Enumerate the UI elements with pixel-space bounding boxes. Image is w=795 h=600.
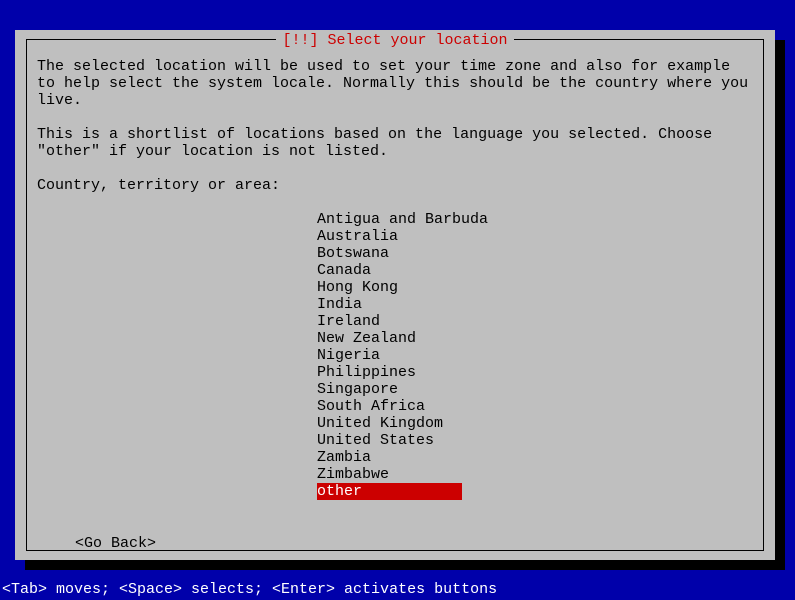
status-bar: <Tab> moves; <Space> selects; <Enter> ac…	[2, 581, 497, 598]
dialog-title: [!!] Select your location	[276, 32, 513, 49]
list-item[interactable]: other	[317, 483, 462, 500]
list-item[interactable]: Canada	[317, 262, 753, 279]
list-item[interactable]: Nigeria	[317, 347, 753, 364]
list-item[interactable]: Philippines	[317, 364, 753, 381]
list-item[interactable]: United States	[317, 432, 753, 449]
location-list: Antigua and BarbudaAustraliaBotswanaCana…	[317, 211, 753, 500]
list-item[interactable]: Antigua and Barbuda	[317, 211, 753, 228]
dialog-content: The selected location will be used to se…	[37, 58, 753, 500]
dialog: [!!] Select your location The selected l…	[15, 30, 775, 560]
list-item[interactable]: Singapore	[317, 381, 753, 398]
intro-paragraph-1: The selected location will be used to se…	[37, 58, 753, 109]
list-item[interactable]: Zimbabwe	[317, 466, 753, 483]
list-item[interactable]: Zambia	[317, 449, 753, 466]
list-item[interactable]: India	[317, 296, 753, 313]
list-item[interactable]: Botswana	[317, 245, 753, 262]
list-item[interactable]: United Kingdom	[317, 415, 753, 432]
go-back-button[interactable]: <Go Back>	[75, 535, 156, 552]
list-item[interactable]: South Africa	[317, 398, 753, 415]
list-item[interactable]: New Zealand	[317, 330, 753, 347]
list-prompt: Country, territory or area:	[37, 177, 753, 194]
intro-paragraph-2: This is a shortlist of locations based o…	[37, 126, 753, 160]
list-item[interactable]: Hong Kong	[317, 279, 753, 296]
list-item[interactable]: Ireland	[317, 313, 753, 330]
list-item[interactable]: Australia	[317, 228, 753, 245]
